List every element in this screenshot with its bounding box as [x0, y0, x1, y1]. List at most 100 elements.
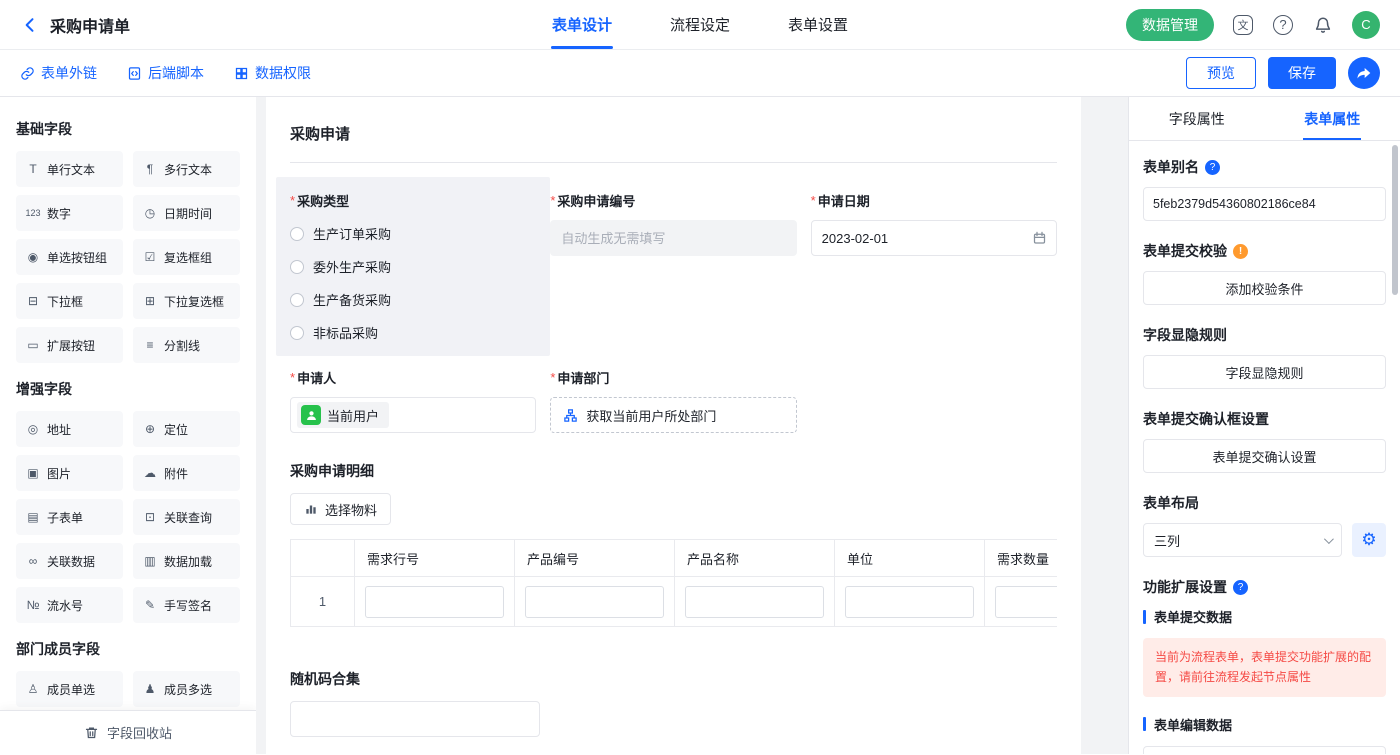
dept-value-box[interactable]: 获取当前用户所处部门 — [550, 397, 796, 433]
backend-script-button[interactable]: 后端脚本 — [127, 63, 204, 83]
field-recycle-bin[interactable]: 字段回收站 — [0, 710, 256, 754]
field-item-image[interactable]: ▣图片 — [16, 455, 123, 491]
calendar-icon[interactable] — [1032, 231, 1047, 246]
form-alias-label: 表单别名 ? — [1143, 157, 1386, 177]
tab-field-properties[interactable]: 字段属性 — [1129, 97, 1265, 140]
divider-icon: ≡ — [142, 338, 158, 352]
field-item-number[interactable]: 123数字 — [16, 195, 123, 231]
radio-icon[interactable] — [290, 227, 304, 241]
add-validation-button[interactable]: 添加校验条件 — [1143, 271, 1386, 305]
field-item-data-load[interactable]: ▥数据加载 — [133, 543, 240, 579]
radio-option[interactable]: 生产备货采购 — [290, 290, 536, 309]
gear-icon[interactable]: ⚙ — [1352, 523, 1386, 557]
apply-date-field[interactable]: *申请日期 — [811, 191, 1057, 342]
clock-icon: ◷ — [142, 206, 158, 220]
flow-form-warning: 当前为流程表单，表单提交功能扩展的配置，请前往流程发起节点属性 — [1143, 638, 1386, 697]
form-title: 采购申请 — [290, 123, 1057, 163]
field-item-multi-text[interactable]: ¶多行文本 — [133, 151, 240, 187]
help-icon[interactable]: ? — [1272, 14, 1294, 36]
detail-cell-input[interactable] — [845, 586, 974, 618]
edit-data-input[interactable] — [1143, 746, 1386, 754]
detail-cell-input[interactable] — [995, 586, 1057, 618]
panel-scrollbar[interactable] — [1392, 145, 1398, 295]
submit-validation-label: 表单提交校验 ! — [1143, 241, 1386, 261]
data-permission-button[interactable]: 数据权限 — [234, 63, 311, 83]
radio-option[interactable]: 非标品采购 — [290, 323, 536, 342]
radio-option[interactable]: 生产订单采购 — [290, 224, 536, 243]
select-material-button[interactable]: 选择物料 — [290, 493, 391, 525]
order-no-field[interactable]: *采购申请编号 — [550, 191, 796, 342]
trash-icon — [84, 725, 99, 740]
display-rule-label: 字段显隐规则 — [1143, 325, 1386, 345]
applicant-value-box[interactable]: 当前用户 — [290, 397, 536, 433]
chevron-down-icon — [1324, 534, 1334, 544]
field-item-single-text[interactable]: T单行文本 — [16, 151, 123, 187]
tab-form-properties[interactable]: 表单属性 — [1265, 97, 1400, 140]
preview-button[interactable]: 预览 — [1186, 57, 1256, 89]
data-manage-button[interactable]: 数据管理 — [1126, 9, 1214, 41]
random-code-input[interactable] — [290, 701, 540, 737]
field-item-linked-query[interactable]: ⊡关联查询 — [133, 499, 240, 535]
bell-icon[interactable] — [1312, 14, 1334, 36]
order-no-input[interactable] — [550, 220, 796, 256]
field-item-attachment[interactable]: ☁附件 — [133, 455, 240, 491]
avatar[interactable]: C — [1352, 11, 1380, 39]
purchase-type-label: *采购类型 — [290, 191, 536, 210]
help-icon[interactable]: ? — [1205, 160, 1220, 175]
save-button[interactable]: 保存 — [1268, 57, 1336, 89]
people-icon: ♟ — [142, 682, 158, 696]
tab-form-setting[interactable]: 表单设置 — [788, 0, 848, 49]
field-item-dropdown[interactable]: ⊟下拉框 — [16, 283, 123, 319]
multi-dropdown-icon: ⊞ — [142, 294, 158, 308]
user-icon — [301, 405, 321, 425]
share-button[interactable] — [1348, 57, 1380, 89]
tab-form-design[interactable]: 表单设计 — [552, 0, 612, 49]
apply-date-input[interactable] — [811, 220, 1057, 256]
field-item-member-multi[interactable]: ♟成员多选 — [133, 671, 240, 707]
applicant-field[interactable]: *申请人 当前用户 — [290, 368, 536, 433]
radio-icon[interactable] — [290, 293, 304, 307]
display-rule-button[interactable]: 字段显隐规则 — [1143, 355, 1386, 389]
org-tree-icon — [563, 408, 578, 423]
col-header: 产品名称 — [675, 540, 835, 577]
applicant-label: *申请人 — [290, 368, 536, 387]
back-button[interactable] — [20, 15, 40, 35]
linked-data-icon: ∞ — [25, 554, 41, 568]
field-item-divider[interactable]: ≡分割线 — [133, 327, 240, 363]
purchase-type-field[interactable]: *采购类型 生产订单采购 委外生产采购 生产备货采购 非标品采购 — [276, 177, 550, 356]
current-user-tag[interactable]: 当前用户 — [297, 402, 389, 428]
radio-option[interactable]: 委外生产采购 — [290, 257, 536, 276]
external-link-button[interactable]: 表单外链 — [20, 63, 97, 83]
field-item-radio-group[interactable]: ◉单选按钮组 — [16, 239, 123, 275]
serial-icon: № — [25, 598, 41, 612]
radio-icon[interactable] — [290, 326, 304, 340]
layout-select[interactable]: 三列 — [1143, 523, 1342, 557]
field-item-checkbox-group[interactable]: ☑复选框组 — [133, 239, 240, 275]
field-item-datetime[interactable]: ◷日期时间 — [133, 195, 240, 231]
field-item-subform[interactable]: ▤子表单 — [16, 499, 123, 535]
submit-confirm-button[interactable]: 表单提交确认设置 — [1143, 439, 1386, 473]
detail-cell-input[interactable] — [685, 586, 824, 618]
detail-cell-input[interactable] — [525, 586, 664, 618]
section-member-fields: 部门成员字段 — [16, 639, 240, 659]
col-header: 需求行号 — [355, 540, 515, 577]
field-item-linked-data[interactable]: ∞关联数据 — [16, 543, 123, 579]
field-item-signature[interactable]: ✎手写签名 — [133, 587, 240, 623]
apply-dept-field[interactable]: *申请部门 获取当前用户所处部门 — [550, 368, 796, 433]
form-alias-input[interactable] — [1143, 187, 1386, 221]
app-header: 采购申请单 表单设计 流程设定 表单设置 数据管理 文 ? C — [0, 0, 1400, 50]
query-icon: ⊡ — [142, 510, 158, 524]
field-item-extend-button[interactable]: ▭扩展按钮 — [16, 327, 123, 363]
field-item-location[interactable]: ⊕定位 — [133, 411, 240, 447]
field-item-serial-number[interactable]: №流水号 — [16, 587, 123, 623]
help-icon[interactable]: ? — [1233, 580, 1248, 595]
radio-icon[interactable] — [290, 260, 304, 274]
pencil-icon: ✎ — [142, 598, 158, 612]
field-item-member-single[interactable]: ♙成员单选 — [16, 671, 123, 707]
field-item-address[interactable]: ◎地址 — [16, 411, 123, 447]
language-icon[interactable]: 文 — [1232, 14, 1254, 36]
field-item-multi-dropdown[interactable]: ⊞下拉复选框 — [133, 283, 240, 319]
detail-cell-input[interactable] — [365, 586, 504, 618]
tab-flow-setting[interactable]: 流程设定 — [670, 0, 730, 49]
order-no-label: *采购申请编号 — [550, 191, 796, 210]
